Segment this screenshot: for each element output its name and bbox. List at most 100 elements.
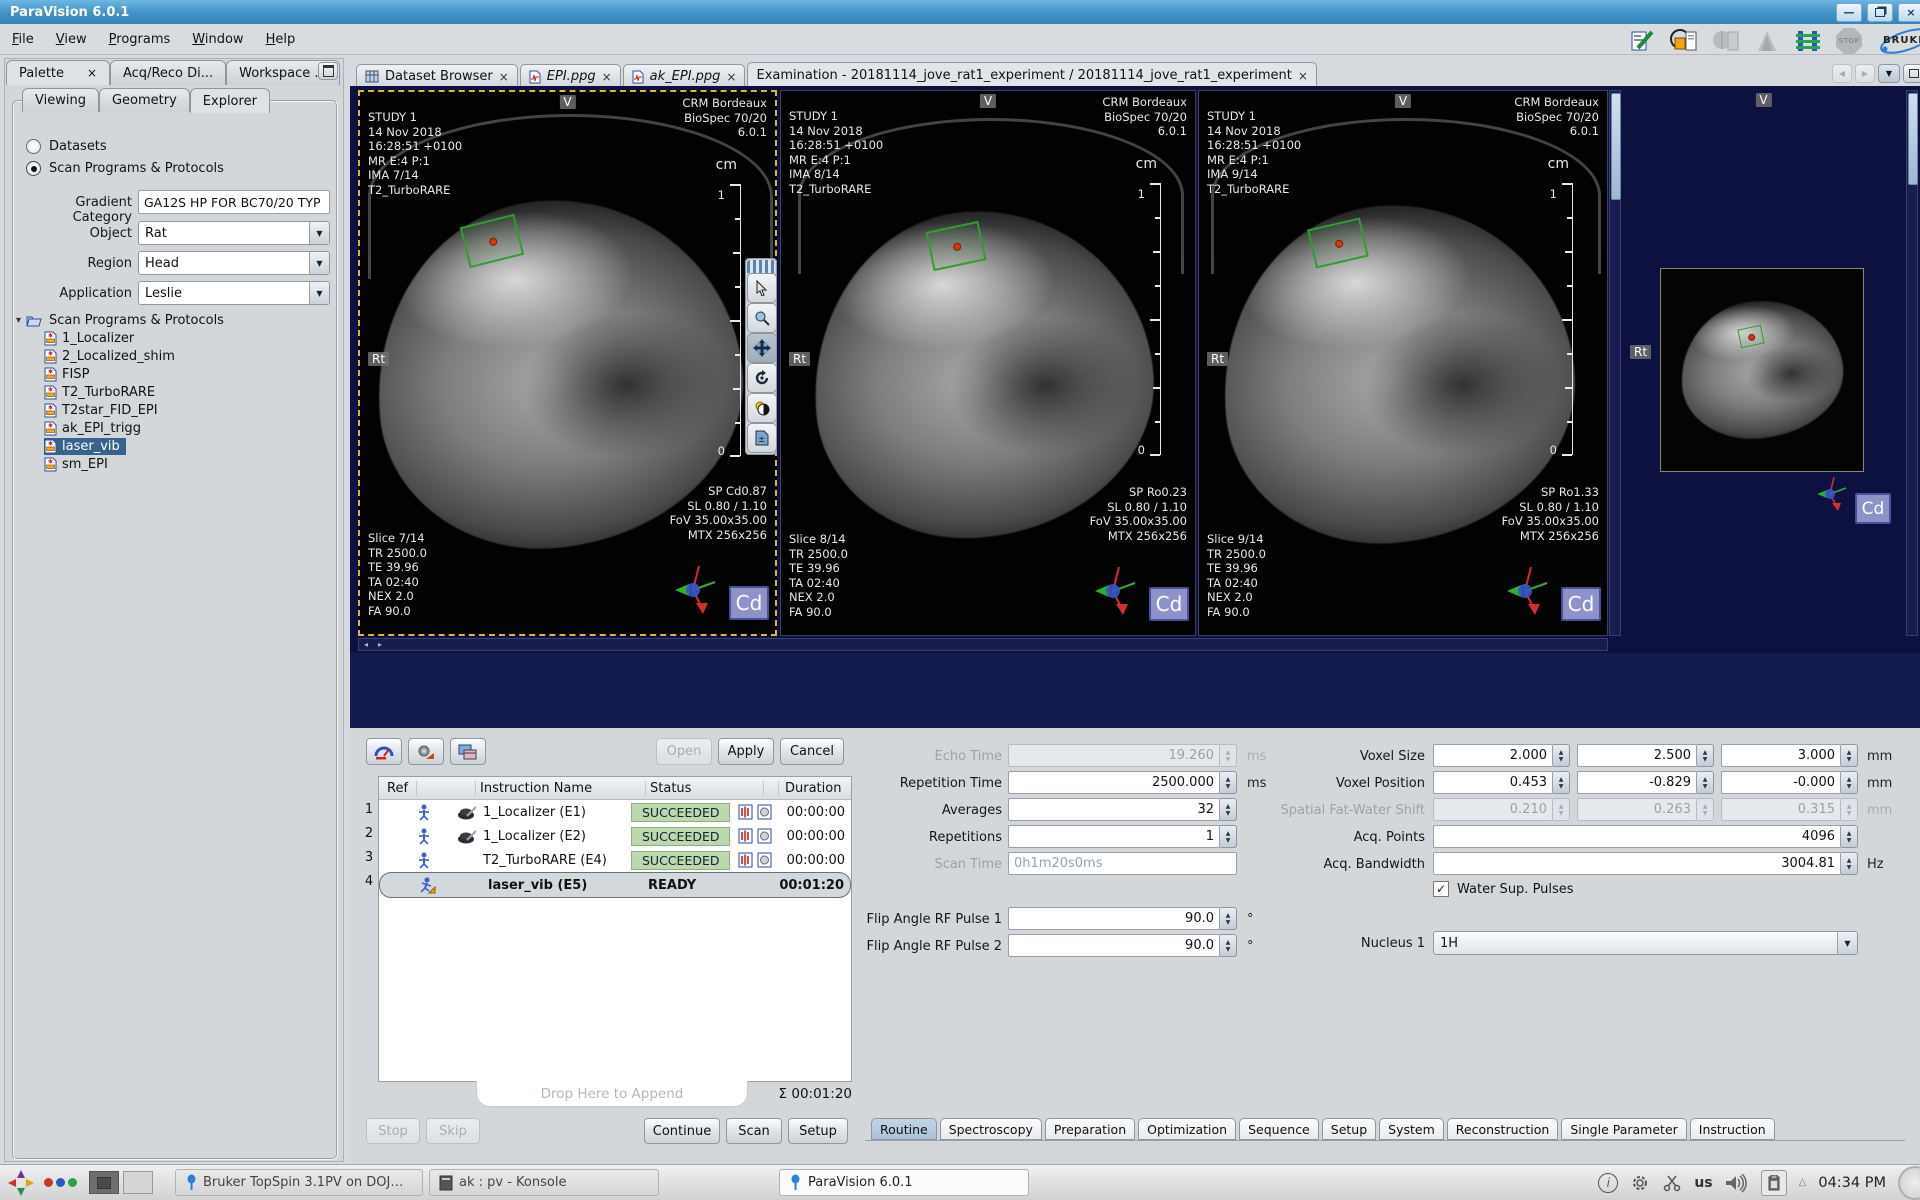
gradient-category-input[interactable]: GA12S HP FOR BC70/20 TYP 2 xyxy=(138,190,330,214)
viewport-1[interactable]: STUDY 114 Nov 201816:28:51 +0100MR E:4 P… xyxy=(358,90,777,636)
flip-angle-1-field[interactable]: 90.0 xyxy=(1008,907,1220,930)
voxel-size-x-spinner[interactable]: ▲▼ xyxy=(1553,744,1570,767)
tab-explorer[interactable]: Explorer xyxy=(190,88,270,113)
averages-spinner[interactable]: ▲▼ xyxy=(1220,798,1237,821)
tab-system[interactable]: System xyxy=(1379,1118,1444,1140)
object-combo[interactable]: Rat▼ xyxy=(138,221,330,245)
tab-dataset-browser[interactable]: Dataset Browser× xyxy=(356,64,518,88)
instruction-row-1[interactable]: 1_Localizer (E1) SUCCEEDED 00:00:00 xyxy=(379,800,851,824)
instruction-row-4-selected[interactable]: laser_vib (E5) READY 00:01:20 xyxy=(379,872,851,898)
open-button[interactable]: Open xyxy=(656,738,712,765)
tab-sequence[interactable]: Sequence xyxy=(1239,1118,1319,1140)
scroll-left-icon[interactable]: ◂ xyxy=(359,640,373,649)
repetition-time-spinner[interactable]: ▲▼ xyxy=(1220,771,1237,794)
tab-optimization[interactable]: Optimization xyxy=(1138,1118,1236,1140)
palette-collapse-button[interactable] xyxy=(318,62,338,80)
restore-button[interactable] xyxy=(1867,3,1893,22)
stop-button[interactable]: Stop xyxy=(366,1118,420,1144)
contrast-tool-button[interactable] xyxy=(747,393,777,423)
pointer-tool-button[interactable] xyxy=(747,273,777,303)
rails-icon[interactable] xyxy=(1794,28,1822,54)
acq-points-spinner[interactable]: ▲▼ xyxy=(1841,825,1858,848)
skip-button[interactable]: Skip xyxy=(426,1118,480,1144)
continue-button[interactable]: Continue xyxy=(644,1118,720,1144)
tab-geometry[interactable]: Geometry xyxy=(99,88,190,112)
voxel-size-z-spinner[interactable]: ▲▼ xyxy=(1841,744,1858,767)
close-icon[interactable]: × xyxy=(87,66,97,80)
tab-viewing[interactable]: Viewing xyxy=(22,88,99,112)
tab-preparation[interactable]: Preparation xyxy=(1045,1118,1135,1140)
close-icon[interactable]: × xyxy=(726,70,736,84)
tab-scroll-left-button[interactable]: ◀ xyxy=(1832,64,1852,83)
viewport-2[interactable]: STUDY 114 Nov 201816:28:51 +0100MR E:4 P… xyxy=(780,90,1196,636)
voxel-size-y-field[interactable]: 2.500 xyxy=(1577,744,1697,767)
scrollbar-thumb[interactable] xyxy=(1908,93,1918,185)
repetitions-field[interactable]: 1 xyxy=(1008,825,1220,848)
tab-reconstruction[interactable]: Reconstruction xyxy=(1447,1118,1559,1140)
float-view-button[interactable] xyxy=(1903,64,1920,83)
voxel-position-x-field[interactable]: 0.453 xyxy=(1433,771,1553,794)
clock[interactable]: 04:34 PM xyxy=(1818,1175,1886,1191)
tray-expand-icon[interactable]: △ xyxy=(1799,1177,1807,1188)
viewport-3[interactable]: STUDY 114 Nov 201816:28:51 +0100MR E:4 P… xyxy=(1198,90,1608,636)
keyboard-layout-indicator[interactable]: us xyxy=(1694,1175,1712,1191)
tab-spectroscopy[interactable]: Spectroscopy xyxy=(940,1118,1042,1140)
apply-button[interactable]: Apply xyxy=(718,738,774,765)
flip-angle-1-spinner[interactable]: ▲▼ xyxy=(1220,907,1237,930)
tab-setup[interactable]: Setup xyxy=(1322,1118,1376,1140)
title-bar[interactable]: ParaVision 6.0.1 xyxy=(0,0,1920,24)
acq-points-field[interactable]: 4096 xyxy=(1433,825,1841,848)
col-status[interactable]: Status xyxy=(646,781,764,796)
voxel-position-x-spinner[interactable]: ▲▼ xyxy=(1553,771,1570,794)
col-instruction-name[interactable]: Instruction Name xyxy=(476,781,646,796)
thumbnail-vertical-scrollbar[interactable] xyxy=(1906,90,1918,636)
water-sup-checkbox-row[interactable]: ✓ Water Sup. Pulses xyxy=(1433,881,1574,897)
application-combo[interactable]: Leslie▼ xyxy=(138,281,330,305)
viewer-horizontal-scrollbar[interactable]: ◂ ▸ xyxy=(358,638,1608,651)
echo-time-spinner[interactable]: ▲▼ xyxy=(1220,744,1237,767)
tree-item-7-selected[interactable]: ✱laser_vib xyxy=(44,438,126,455)
close-icon[interactable]: × xyxy=(1298,69,1308,83)
close-icon[interactable]: × xyxy=(602,70,612,84)
kde-menu-icon[interactable] xyxy=(1898,1166,1920,1200)
drop-here-zone[interactable]: Drop Here to Append xyxy=(476,1081,748,1107)
setup-button[interactable]: Setup xyxy=(788,1118,848,1144)
voxel-position-z-spinner[interactable]: ▲▼ xyxy=(1841,771,1858,794)
pan-tool-button[interactable] xyxy=(747,333,777,363)
gear-tray-icon[interactable] xyxy=(1630,1173,1650,1193)
instruction-row-2[interactable]: 1_Localizer (E2) SUCCEEDED 00:00:00 xyxy=(379,824,851,848)
tab-scroll-right-button[interactable]: ▶ xyxy=(1855,64,1875,83)
reconstruction-button[interactable] xyxy=(408,738,444,765)
tab-epi-ppg[interactable]: EPI.ppg× xyxy=(520,64,621,88)
thumbnail-viewport[interactable] xyxy=(1660,268,1864,472)
close-icon[interactable]: × xyxy=(499,70,509,84)
tab-routine[interactable]: Routine xyxy=(871,1118,937,1140)
viewing-button[interactable] xyxy=(450,738,486,765)
adjustments-button[interactable] xyxy=(366,738,402,765)
radio-scan-programs[interactable]: Scan Programs & Protocols xyxy=(26,161,224,176)
averages-field[interactable]: 32 xyxy=(1008,798,1220,821)
flip-angle-2-spinner[interactable]: ▲▼ xyxy=(1220,934,1237,957)
tab-acqreco[interactable]: Acq/Reco Di... xyxy=(110,60,226,85)
tab-instruction[interactable]: Instruction xyxy=(1690,1118,1775,1140)
instruction-row-3[interactable]: T2_TurboRARE (E4) SUCCEEDED 00:00:00 xyxy=(379,848,851,872)
voxel-position-y-field[interactable]: -0.829 xyxy=(1577,771,1697,794)
volume-tray-icon[interactable] xyxy=(1725,1173,1749,1193)
tab-ak-epi-ppg[interactable]: ak_EPI.ppg× xyxy=(623,64,746,88)
cancel-button[interactable]: Cancel xyxy=(780,738,844,765)
minimize-button[interactable]: — xyxy=(1836,3,1862,22)
scissors-tray-icon[interactable] xyxy=(1662,1174,1682,1192)
checkbox-checked-icon[interactable]: ✓ xyxy=(1433,881,1449,897)
scroll-right-icon[interactable]: ▸ xyxy=(373,640,387,649)
tree-item-4[interactable]: ✱T2_TurboRARE xyxy=(44,384,155,401)
edit-protocol-icon[interactable] xyxy=(1630,28,1656,54)
desktop-pager[interactable] xyxy=(89,1171,153,1194)
col-duration[interactable]: Duration xyxy=(779,781,851,796)
voxel-size-z-field[interactable]: 3.000 xyxy=(1721,744,1841,767)
repetitions-spinner[interactable]: ▲▼ xyxy=(1220,825,1237,848)
col-ref[interactable]: Ref xyxy=(379,781,417,796)
tree-item-8[interactable]: ✱sm_EPI xyxy=(44,456,108,473)
app-launcher-icon[interactable] xyxy=(6,1168,36,1198)
toolbar-grip[interactable] xyxy=(747,260,775,273)
viewer-vertical-scrollbar[interactable] xyxy=(1609,90,1621,636)
